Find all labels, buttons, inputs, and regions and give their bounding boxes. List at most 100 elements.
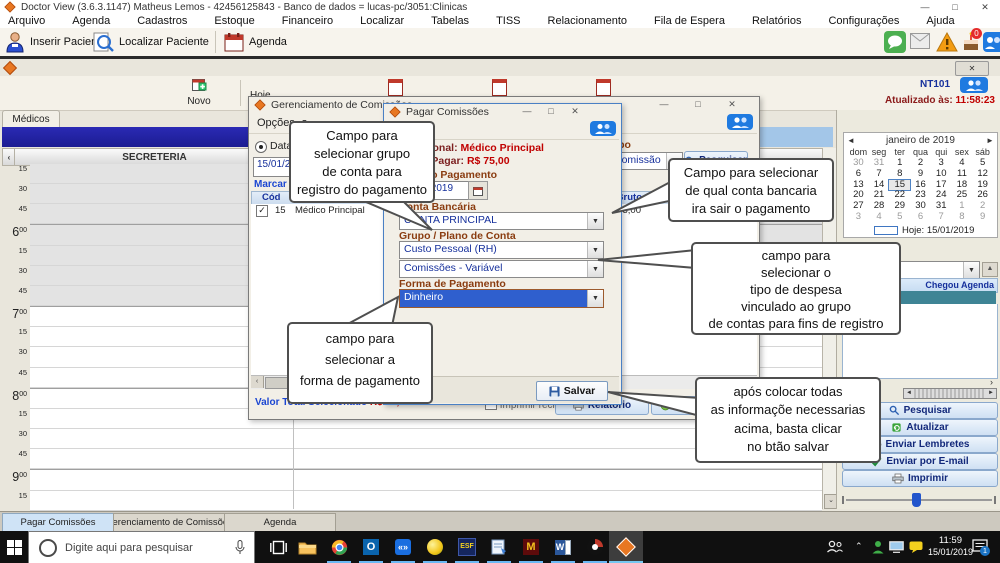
taskbar-chrome[interactable] <box>323 531 355 563</box>
calendar-day[interactable]: 9 <box>910 169 931 180</box>
menu-item[interactable]: Ajuda <box>926 15 954 27</box>
taskbar-app-ball[interactable] <box>419 531 451 563</box>
tray-clock[interactable]: 11:59 15/01/2019 <box>928 536 962 557</box>
taskbar-explorer[interactable] <box>291 531 323 563</box>
taskbar-notes[interactable] <box>483 531 515 563</box>
maximize-button[interactable]: □ <box>940 0 970 14</box>
calendar-title[interactable]: janeiro de 2019 <box>858 135 983 146</box>
tipo-despesa-dropdown[interactable]: Comissões - Variável▼ <box>399 260 604 278</box>
grupo-conta-dropdown[interactable]: Custo Pessoal (RH)▼ <box>399 241 604 259</box>
conta-bancaria-dropdown[interactable]: CONTA PRINCIPAL▼ <box>399 212 604 230</box>
maximize-icon[interactable]: □ <box>540 104 562 119</box>
taskbar-app-m[interactable]: M <box>515 531 547 563</box>
start-button[interactable] <box>0 531 28 563</box>
taskbar-teamviewer[interactable]: «» <box>387 531 419 563</box>
menu-item[interactable]: Relatórios <box>752 15 802 27</box>
tab-medicos[interactable]: Médicos <box>2 110 60 128</box>
people-icon[interactable] <box>590 121 616 136</box>
taskbar-app-esf[interactable]: ESF <box>451 531 483 563</box>
tray-chat-icon[interactable] <box>909 541 923 553</box>
people-icon[interactable] <box>960 77 988 93</box>
calendar-day[interactable]: 6 <box>848 169 869 180</box>
hscroll-left-icon[interactable]: ‹ <box>251 376 264 388</box>
calendar-prev-icon[interactable]: ◄ <box>844 136 858 145</box>
minimize-icon[interactable]: — <box>649 97 679 112</box>
notification-center-icon[interactable]: 1 <box>972 539 988 559</box>
menu-item[interactable]: TISS <box>496 15 520 27</box>
zoom-slider[interactable] <box>842 492 996 508</box>
taskbar-doctorview-active[interactable] <box>609 531 643 563</box>
schedule-row[interactable]: 900 <box>30 469 822 490</box>
child-close-icon[interactable]: ✕ <box>955 61 989 76</box>
calendar-day[interactable]: 7 <box>869 169 890 180</box>
mini-scroll-track[interactable] <box>914 389 986 398</box>
chat-icon[interactable] <box>884 31 906 53</box>
imprimir-button[interactable]: Imprimir <box>842 470 998 487</box>
menu-item[interactable]: Cadastros <box>137 15 187 27</box>
calendar-week-icon[interactable] <box>388 79 403 96</box>
tab-pagar-comissoes[interactable]: Pagar Comissões <box>2 513 114 532</box>
calendar-day[interactable]: 6 <box>910 212 931 223</box>
tab-gerenciamento[interactable]: Gerenciamento de Comissões <box>113 513 225 532</box>
calendar-day[interactable]: 8 <box>952 212 973 223</box>
salvar-button[interactable]: Salvar <box>536 381 608 401</box>
novo-button[interactable]: Novo <box>182 78 216 107</box>
tray-chevron-icon[interactable]: ⌃ <box>855 541 863 552</box>
calendar-day[interactable]: 7 <box>931 212 952 223</box>
taskbar-search[interactable]: Digite aqui para pesquisar <box>28 531 255 563</box>
calendar-day[interactable]: 11 <box>952 169 973 180</box>
tray-user-icon[interactable] <box>872 540 884 554</box>
calendar-day[interactable]: 8 <box>889 169 910 180</box>
calendar-range-icon[interactable] <box>596 79 611 96</box>
menu-item[interactable]: Relacionamento <box>548 15 628 27</box>
mic-icon[interactable] <box>235 540 245 555</box>
agenda-button[interactable]: Agenda <box>224 30 287 54</box>
menu-item[interactable]: Estoque <box>214 15 254 27</box>
forma-pagamento-dropdown[interactable]: Dinheiro▼ <box>399 289 604 308</box>
calendar-month-icon[interactable] <box>492 79 507 96</box>
close-icon[interactable]: ✕ <box>717 97 747 112</box>
calendar-day[interactable]: 4 <box>869 212 890 223</box>
menu-item[interactable]: Localizar <box>360 15 404 27</box>
row-checkbox[interactable]: ✓ <box>256 205 268 217</box>
mini-scroll-left-icon[interactable]: ◄ <box>904 389 914 398</box>
minimize-icon[interactable]: — <box>516 104 538 119</box>
mini-scroll-right-icon[interactable]: ► <box>986 389 996 398</box>
tab-agenda[interactable]: Agenda <box>224 513 336 532</box>
calendar-day[interactable]: 9 <box>972 212 993 223</box>
taskbar-word[interactable]: W <box>547 531 579 563</box>
date-picker-icon[interactable] <box>468 181 488 200</box>
panel-mini-scrollbar[interactable]: ◄ ► <box>903 388 997 399</box>
schedule-row[interactable]: 15 <box>30 491 822 511</box>
calendar-next-icon[interactable]: ► <box>983 136 997 145</box>
menu-item[interactable]: Agenda <box>72 15 110 27</box>
slider-thumb[interactable] <box>912 493 921 507</box>
calendar-day[interactable]: 10 <box>931 169 952 180</box>
menu-item[interactable]: Fila de Espera <box>654 15 725 27</box>
tray-display-icon[interactable] <box>889 541 904 553</box>
task-view-button[interactable] <box>262 531 294 563</box>
close-button[interactable]: ✕ <box>970 0 1000 14</box>
taskbar-app-disc[interactable] <box>579 531 611 563</box>
taskbar-outlook[interactable]: O <box>355 531 387 563</box>
radio-data[interactable] <box>255 141 267 153</box>
contacts-icon[interactable] <box>983 32 1000 52</box>
menu-item[interactable]: Arquivo <box>8 15 45 27</box>
birthday-icon[interactable]: 0 <box>961 32 981 52</box>
close-icon[interactable]: ✕ <box>564 104 586 119</box>
menu-item[interactable]: Tabelas <box>431 15 469 27</box>
menu-item[interactable]: Financeiro <box>282 15 333 27</box>
calendar-day[interactable]: 3 <box>848 212 869 223</box>
menu-item[interactable]: Configurações <box>828 15 899 27</box>
calendar-today-label[interactable]: Hoje: 15/01/2019 <box>902 225 974 236</box>
localizar-paciente-button[interactable]: Localizar Paciente <box>92 30 209 54</box>
calendar-day[interactable]: 5 <box>889 212 910 223</box>
pagar-titlebar[interactable]: Pagar Comissões — □ ✕ <box>384 104 621 120</box>
people-icon[interactable] <box>727 114 753 130</box>
minimize-button[interactable]: — <box>910 0 940 14</box>
warning-icon[interactable] <box>936 32 958 57</box>
calendar-day[interactable]: 12 <box>972 169 993 180</box>
tray-people-icon[interactable] <box>826 540 844 553</box>
mail-icon[interactable] <box>910 33 930 54</box>
maximize-icon[interactable]: □ <box>683 97 713 112</box>
